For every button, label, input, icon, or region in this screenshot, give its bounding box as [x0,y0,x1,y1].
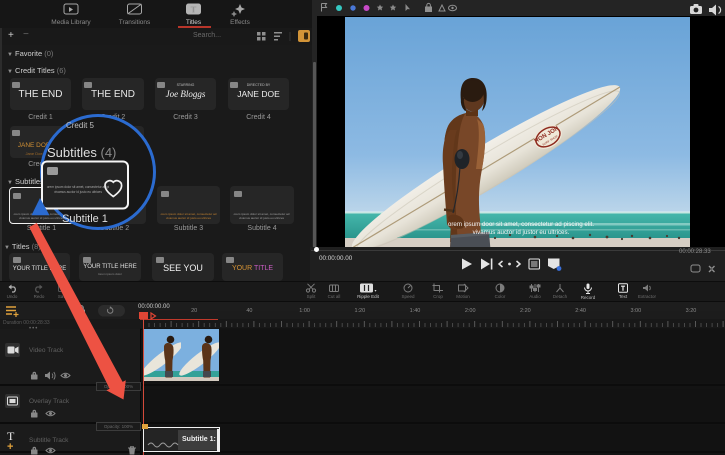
svg-text:orem ipsum dolor sit amet, con: orem ipsum dolor sit amet, consectetur a… [47,185,110,189]
svg-text:vivamus auctor id justo eu ult: vivamus auctor id justo eu ultrices [54,190,102,194]
svg-text:Subtitles (4): Subtitles (4) [47,145,116,160]
svg-text:Subtitle 1: Subtitle 1 [62,213,108,225]
svg-text:Credit 5: Credit 5 [66,121,95,130]
